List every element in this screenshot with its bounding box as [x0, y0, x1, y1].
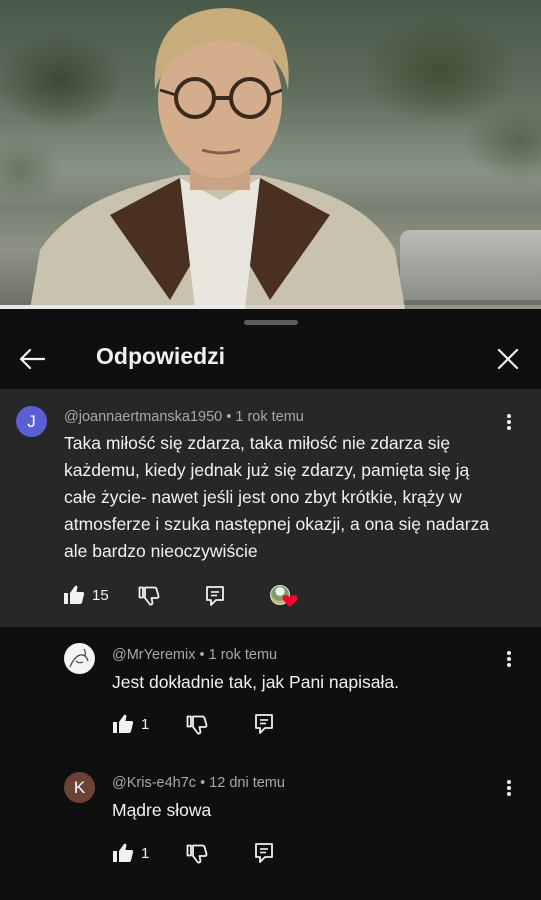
- like-count: 1: [141, 844, 150, 862]
- replies-panel: Odpowiedzi J @joannaertmanska1950 • 1 ro…: [0, 309, 541, 900]
- dislike-button[interactable]: [186, 715, 208, 735]
- back-button[interactable]: [14, 341, 50, 377]
- avatar-letter: K: [73, 777, 86, 797]
- sketch-avatar-icon: [69, 648, 89, 668]
- heart-icon: [282, 595, 298, 607]
- close-icon: [497, 348, 519, 370]
- reply-text: Jest dokładnie tak, jak Pani napisała.: [112, 672, 399, 692]
- thumbs-up-icon: [113, 714, 134, 733]
- dislike-button[interactable]: [186, 844, 208, 864]
- avatar[interactable]: K: [64, 772, 95, 803]
- like-count: 15: [92, 586, 109, 604]
- thumbs-down-icon: [186, 715, 208, 735]
- reply-comment-icon: [206, 586, 224, 606]
- reply-time: 1 rok temu: [208, 647, 278, 663]
- thumbs-up-icon: [113, 843, 134, 862]
- meta-separator: •: [200, 775, 206, 791]
- arrow-left-icon: [19, 348, 45, 370]
- avatar[interactable]: J: [16, 406, 47, 437]
- creator-heart-badge: [270, 585, 300, 611]
- close-button[interactable]: [490, 341, 526, 377]
- three-dots-vertical-icon: [507, 780, 511, 796]
- avatar-letter: J: [27, 411, 36, 431]
- panel-title: Odpowiedzi: [96, 343, 226, 369]
- thumbs-up-icon: [64, 585, 85, 604]
- like-button[interactable]: 15: [63, 585, 109, 605]
- dislike-button[interactable]: [138, 586, 160, 606]
- reply-meta: @Kris-e4h7c • 12 dni temu: [112, 775, 285, 791]
- meta-separator: •: [199, 647, 205, 663]
- avatar[interactable]: [64, 643, 95, 674]
- reply-comment-icon: [255, 843, 273, 863]
- like-count: 1: [141, 715, 150, 733]
- like-button[interactable]: 1: [112, 714, 149, 734]
- video-person-figure: [30, 8, 405, 309]
- like-button[interactable]: 1: [112, 843, 149, 863]
- reply-text: Mądre słowa: [112, 800, 212, 820]
- drag-handle[interactable]: [244, 320, 298, 325]
- reply-button[interactable]: [254, 713, 274, 735]
- meta-separator: •: [226, 409, 232, 425]
- comment-meta: @joannaertmanska1950 • 1 rok temu: [64, 409, 304, 425]
- reply-author[interactable]: @MrYeremix: [112, 647, 195, 663]
- comment-author[interactable]: @joannaertmanska1950: [64, 409, 222, 425]
- three-dots-vertical-icon: [507, 414, 511, 430]
- thumbs-down-icon: [186, 844, 208, 864]
- three-dots-vertical-icon: [507, 651, 511, 667]
- reply-author[interactable]: @Kris-e4h7c: [112, 775, 196, 791]
- panel-header: Odpowiedzi: [0, 329, 541, 389]
- thumbs-down-icon: [138, 586, 160, 606]
- reply-comment-icon: [255, 714, 273, 734]
- main-comment: J @joannaertmanska1950 • 1 rok temu Taka…: [0, 389, 541, 627]
- video-player[interactable]: [0, 0, 541, 309]
- reply-meta: @MrYeremix • 1 rok temu: [112, 647, 277, 663]
- reply-button[interactable]: [205, 585, 225, 607]
- reply-button[interactable]: [254, 842, 274, 864]
- comment-time: 1 rok temu: [235, 409, 304, 425]
- reply-time: 12 dni temu: [209, 775, 285, 791]
- video-background-car: [400, 230, 541, 300]
- comment-text: Taka miłość się zdarza, taka miłość nie …: [64, 433, 490, 561]
